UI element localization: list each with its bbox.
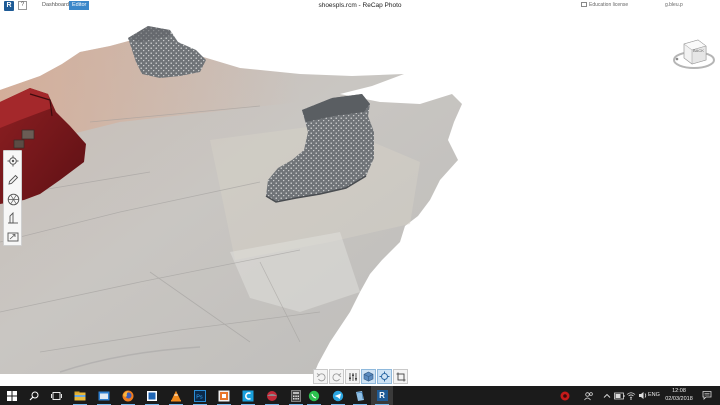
orbit-icon xyxy=(379,371,390,382)
taskbar-app-window[interactable] xyxy=(93,386,115,405)
edit-tool-button[interactable] xyxy=(5,172,21,188)
orbit-button[interactable] xyxy=(377,369,392,384)
telegram-icon xyxy=(332,390,344,401)
settings-icon xyxy=(7,155,19,167)
3d-viewport[interactable]: BACK xyxy=(0,12,720,386)
taskbar-app-orange[interactable] xyxy=(213,386,235,405)
shaded-view-button[interactable] xyxy=(361,369,376,384)
undo-button[interactable] xyxy=(313,369,328,384)
clock-time: 12:08 xyxy=(672,388,686,394)
taskbar-photoshop[interactable]: Ps xyxy=(189,386,211,405)
redo-icon xyxy=(331,372,341,381)
app-pages-icon xyxy=(356,390,364,401)
start-button[interactable] xyxy=(1,386,23,405)
red-record-icon xyxy=(560,391,570,400)
taskbar-firefox[interactable] xyxy=(117,386,139,405)
taskbar-app-pages[interactable] xyxy=(349,386,371,405)
taskbar-vlc[interactable] xyxy=(165,386,187,405)
title-bar: R ? Dashboard Editor shoespls.rcm - ReCa… xyxy=(0,0,720,12)
calculator-icon xyxy=(291,389,301,402)
export-tool-button[interactable] xyxy=(5,229,21,245)
geometry-tool-button[interactable] xyxy=(5,191,21,207)
windows-logo-icon xyxy=(7,390,17,401)
taskbar-recap-photo[interactable]: R xyxy=(371,386,393,405)
whatsapp-icon xyxy=(308,390,320,401)
app-orange-icon xyxy=(218,390,230,401)
volume-icon xyxy=(639,392,647,399)
people-icon xyxy=(584,391,593,400)
sliders-icon xyxy=(348,372,357,381)
windows-taskbar: Ps R ENG 12:08 02/03/2018 xyxy=(0,386,720,405)
measure-icon xyxy=(8,212,18,224)
measure-tool-button[interactable] xyxy=(5,210,21,226)
edit-pencil-icon xyxy=(8,174,19,185)
taskbar-file-explorer[interactable] xyxy=(69,386,91,405)
search-button[interactable] xyxy=(23,386,45,405)
user-account[interactable]: g.bleu.p xyxy=(665,2,683,8)
app-c-icon xyxy=(242,390,254,401)
vlc-icon xyxy=(171,390,181,401)
clock-date: 02/03/2018 xyxy=(665,395,693,402)
geometry-icon xyxy=(7,193,19,205)
shaded-view-icon xyxy=(363,371,374,382)
photoshop-icon: Ps xyxy=(194,389,206,402)
recap-photo-window: R ? Dashboard Editor shoespls.rcm - ReCa… xyxy=(0,0,720,405)
bottom-toolbar xyxy=(313,369,408,385)
taskbar-whatsapp[interactable] xyxy=(303,386,325,405)
folder-icon xyxy=(74,391,86,400)
svg-text:Ps: Ps xyxy=(196,394,203,400)
tray-clock[interactable]: 12:08 02/03/2018 xyxy=(664,388,694,403)
license-icon xyxy=(581,2,587,7)
taskbar-app-c[interactable] xyxy=(237,386,259,405)
tray-language[interactable]: ENG xyxy=(648,392,660,398)
crop-icon xyxy=(396,372,405,381)
viewcube-face-label: BACK xyxy=(693,48,704,53)
app-blue-icon xyxy=(147,390,157,401)
recap-taskbar-letter: R xyxy=(379,391,385,400)
firefox-icon xyxy=(122,390,134,401)
taskbar-app-sphere[interactable] xyxy=(261,386,283,405)
task-view-button[interactable] xyxy=(45,386,67,405)
mesh-scene[interactable] xyxy=(0,12,720,386)
left-toolbar xyxy=(3,150,22,246)
license-info[interactable]: Education license xyxy=(581,2,628,8)
crop-button[interactable] xyxy=(393,369,408,384)
license-label: Education license xyxy=(589,2,629,8)
recap-taskbar-icon: R xyxy=(376,390,388,401)
window-app-icon xyxy=(98,391,110,400)
export-icon xyxy=(7,232,19,242)
tray-red-app[interactable] xyxy=(554,386,576,405)
sliders-button[interactable] xyxy=(345,369,360,384)
taskbar-telegram[interactable] xyxy=(327,386,349,405)
taskbar-app-blue[interactable] xyxy=(141,386,163,405)
app-sphere-icon xyxy=(267,390,277,401)
notification-icon[interactable] xyxy=(702,390,712,400)
settings-tool-button[interactable] xyxy=(5,153,21,169)
task-view-icon xyxy=(50,391,62,400)
undo-icon xyxy=(316,372,326,381)
redo-button[interactable] xyxy=(329,369,344,384)
search-icon xyxy=(29,391,39,400)
